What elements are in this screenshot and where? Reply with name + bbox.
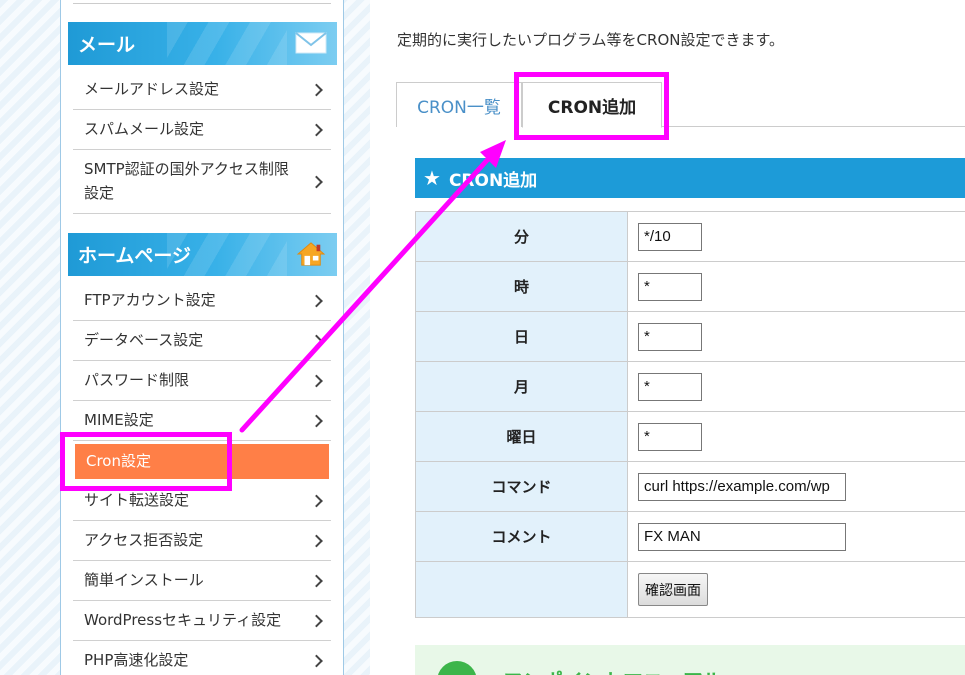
- form-row-comment: コメント: [416, 512, 965, 562]
- sidebar-item-label: パスワード制限: [84, 370, 190, 389]
- category-title-mail: メール: [78, 34, 136, 56]
- sidebar-item-label: MIME設定: [84, 410, 154, 429]
- cron-form: 分 時 日 月 曜日: [415, 211, 965, 618]
- chevron-right-icon: [310, 534, 323, 547]
- chevron-right-icon: [310, 374, 323, 387]
- sidebar-item-label: スパムメール設定: [84, 119, 205, 138]
- sidebar-item-database[interactable]: データベース設定: [73, 321, 331, 361]
- chevron-right-icon: [310, 574, 323, 587]
- day-input[interactable]: [638, 322, 702, 351]
- sidebar-item-wp-security[interactable]: WordPressセキュリティ設定: [73, 601, 331, 641]
- tab-cron-list[interactable]: CRON一覧: [396, 82, 522, 127]
- month-input[interactable]: [638, 372, 702, 401]
- minute-label: 分: [416, 212, 628, 261]
- chevron-right-icon: [310, 334, 323, 347]
- category-header-mail: メール: [68, 22, 337, 65]
- sidebar-divider: [73, 0, 331, 4]
- chevron-right-icon: [310, 294, 323, 307]
- sidebar-item-label: サイト転送設定: [84, 490, 190, 509]
- form-row-actions: 確認画面: [416, 562, 965, 618]
- star-icon: ★: [423, 166, 441, 190]
- sidebar-item-label: 簡単インストール: [84, 570, 204, 589]
- sidebar-item-access-deny[interactable]: アクセス拒否設定: [73, 521, 331, 561]
- category-header-homepage: ホームページ: [68, 233, 337, 276]
- comment-label: コメント: [416, 512, 628, 561]
- sidebar-item-label: FTPアカウント設定: [84, 290, 216, 309]
- highlight-box-cron: [60, 432, 232, 491]
- sidebar: メール メールアドレス設定 スパムメール設定 SMTP認証の国外アクセス制限設定…: [60, 0, 344, 675]
- highlight-box-tab: [514, 72, 669, 140]
- panel-header: ★ CRON追加: [415, 158, 965, 198]
- comment-input[interactable]: [638, 522, 846, 551]
- manual-icon: [437, 661, 477, 675]
- envelope-icon: [295, 32, 327, 54]
- weekday-label: 曜日: [416, 412, 628, 461]
- sidebar-item-label: SMTP認証の国外アクセス制限設定: [84, 160, 289, 202]
- weekday-input[interactable]: [638, 422, 702, 451]
- chevron-right-icon: [310, 414, 323, 427]
- sidebar-item-password-restriction[interactable]: パスワード制限: [73, 361, 331, 401]
- sidebar-item-label: データベース設定: [84, 330, 204, 349]
- sidebar-item-ftp-account[interactable]: FTPアカウント設定: [73, 281, 331, 321]
- sidebar-item-smtp-restriction[interactable]: SMTP認証の国外アクセス制限設定: [73, 150, 331, 214]
- sidebar-item-label: メールアドレス設定: [84, 79, 220, 98]
- onepoint-title: ワンポイントマニュアル: [503, 665, 722, 675]
- month-label: 月: [416, 362, 628, 411]
- sidebar-item-spam-mail[interactable]: スパムメール設定: [73, 110, 331, 150]
- sidebar-item-label: PHP高速化設定: [84, 651, 189, 670]
- form-row-month: 月: [416, 362, 965, 412]
- day-label: 日: [416, 312, 628, 361]
- form-row-day: 日: [416, 312, 965, 362]
- command-label: コマンド: [416, 462, 628, 511]
- chevron-right-icon: [310, 614, 323, 627]
- sidebar-item-label: WordPressセキュリティ設定: [84, 610, 282, 629]
- chevron-right-icon: [310, 175, 323, 188]
- hour-label: 時: [416, 262, 628, 311]
- page-description: 定期的に実行したいプログラム等をCRON設定できます。: [397, 31, 784, 49]
- hour-input[interactable]: [638, 272, 702, 301]
- form-row-command: コマンド: [416, 462, 965, 512]
- confirm-button[interactable]: 確認画面: [638, 573, 708, 606]
- chevron-right-icon: [310, 654, 323, 668]
- sidebar-item-easy-install[interactable]: 簡単インストール: [73, 561, 331, 601]
- house-icon: [296, 242, 326, 266]
- sidebar-item-label: アクセス拒否設定: [84, 530, 204, 549]
- sidebar-item-mail-address[interactable]: メールアドレス設定: [73, 70, 331, 110]
- chevron-right-icon: [310, 494, 323, 507]
- onepoint-manual-section: ワンポイントマニュアル: [415, 645, 965, 675]
- sidebar-item-php-acceleration[interactable]: PHP高速化設定: [73, 641, 331, 675]
- minute-input[interactable]: [638, 222, 702, 251]
- panel-title: CRON追加: [448, 170, 538, 191]
- chevron-right-icon: [310, 83, 323, 96]
- form-row-weekday: 曜日: [416, 412, 965, 462]
- form-row-hour: 時: [416, 262, 965, 312]
- chevron-right-icon: [310, 123, 323, 136]
- command-input[interactable]: [638, 472, 846, 501]
- form-row-minute: 分: [416, 212, 965, 262]
